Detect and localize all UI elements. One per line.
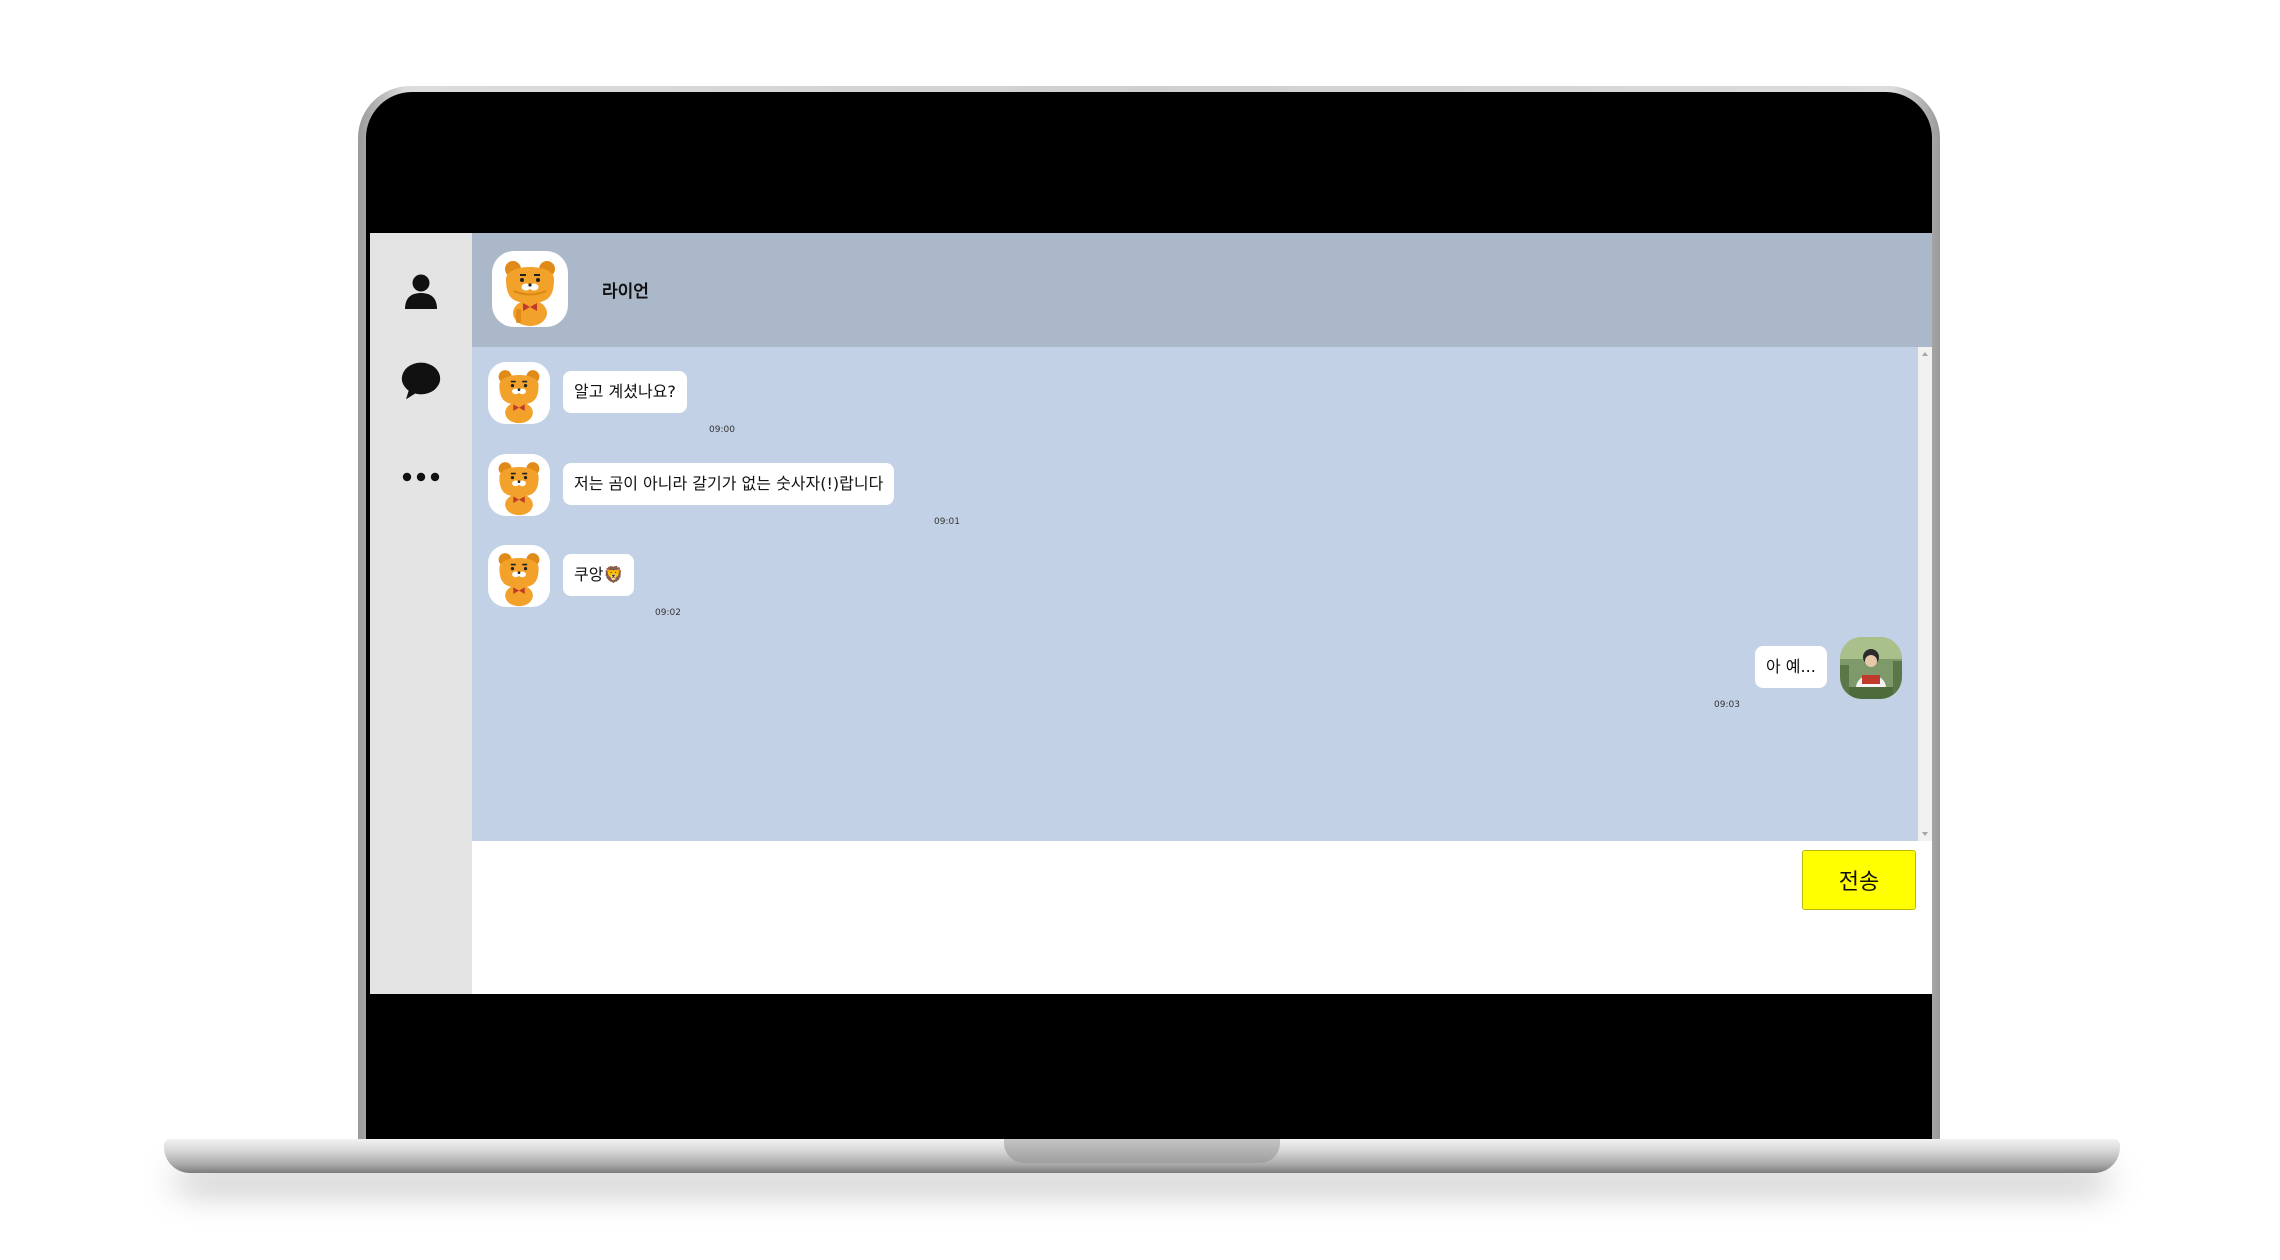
partner-name: 라이언 (602, 282, 649, 302)
send-button[interactable]: 전송 (1802, 850, 1916, 910)
chat-header: 라이언 (472, 233, 1932, 347)
message-input[interactable] (472, 841, 1772, 994)
message-time: 09:02 (655, 608, 681, 618)
message-time: 09:01 (934, 517, 960, 527)
message-time: 09:03 (1714, 700, 1740, 710)
scroll-down-icon[interactable] (1922, 832, 1928, 836)
sender-avatar[interactable] (488, 454, 550, 516)
message-bubble: 아 예... (1755, 646, 1827, 688)
scrollbar[interactable] (1918, 347, 1932, 841)
friends-icon[interactable] (401, 271, 441, 311)
sidebar (370, 233, 472, 994)
message-bubble: 쿠앙🦁 (563, 554, 635, 596)
sender-avatar[interactable] (488, 545, 550, 607)
message-bubble: 알고 계셨나요? (563, 371, 687, 413)
message-time: 09:00 (709, 425, 735, 435)
lion-emoji-icon: 🦁 (603, 565, 624, 584)
laptop-notch (1004, 1139, 1280, 1163)
more-icon[interactable] (401, 457, 441, 497)
message-text: 쿠앙 (574, 565, 604, 584)
my-avatar[interactable] (1840, 637, 1902, 699)
sender-avatar[interactable] (488, 362, 550, 424)
app-screen: 라이언 알고 계셨나요? 09:00 저는 곰이 아니라 갈기가 없는 숫사자(… (370, 233, 1932, 994)
message-list: 알고 계셨나요? 09:00 저는 곰이 아니라 갈기가 없는 숫사자(!)랍니… (472, 347, 1932, 841)
partner-avatar[interactable] (492, 251, 568, 327)
scroll-up-icon[interactable] (1922, 352, 1928, 356)
input-area: 전송 (472, 841, 1932, 994)
chat-bubble-icon[interactable] (401, 361, 441, 401)
message-bubble: 저는 곰이 아니라 갈기가 없는 숫사자(!)랍니다 (563, 463, 895, 505)
